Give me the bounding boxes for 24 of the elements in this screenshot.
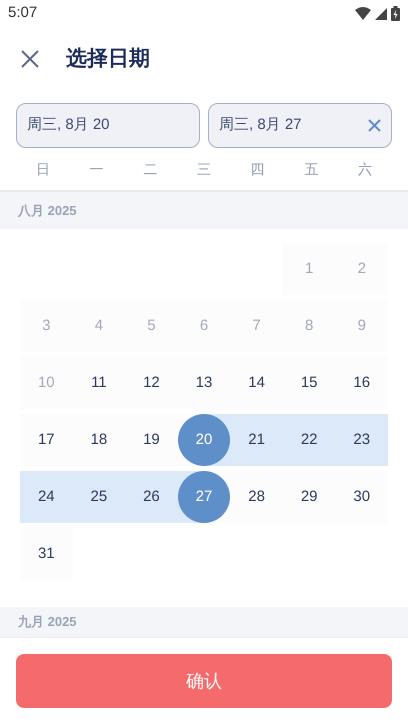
day-cell[interactable]: 23 <box>335 414 388 466</box>
day-cell[interactable]: 26 <box>125 471 178 523</box>
close-icon <box>20 48 40 69</box>
month-header: 九月 2025 <box>0 607 408 637</box>
date-field[interactable]: 周三, 8月 20 <box>16 103 200 148</box>
weekday-label: 五 <box>303 160 320 178</box>
day-cell[interactable]: 21 <box>230 414 283 466</box>
clear-icon[interactable] <box>368 119 381 132</box>
battery-icon <box>391 6 400 21</box>
screen-title: 选择日期 <box>66 46 150 72</box>
weekday-label: 三 <box>196 160 212 178</box>
weekday-label: 二 <box>142 160 158 178</box>
date-field[interactable]: 周三, 8月 27 <box>208 103 392 148</box>
day-cell[interactable]: 22 <box>282 414 336 466</box>
weekday-label: 四 <box>250 160 266 178</box>
month-header: 八月 2025 <box>0 192 408 229</box>
weekday-label: 一 <box>88 160 105 178</box>
signal-icon <box>375 8 387 20</box>
day-cell[interactable]: 25 <box>72 471 126 523</box>
wifi-icon <box>355 7 371 20</box>
day-cell[interactable]: 24 <box>20 471 73 523</box>
weekday-label: 六 <box>357 160 374 178</box>
weekday-label: 日 <box>34 160 51 178</box>
status-time: 5:07 <box>8 3 38 24</box>
